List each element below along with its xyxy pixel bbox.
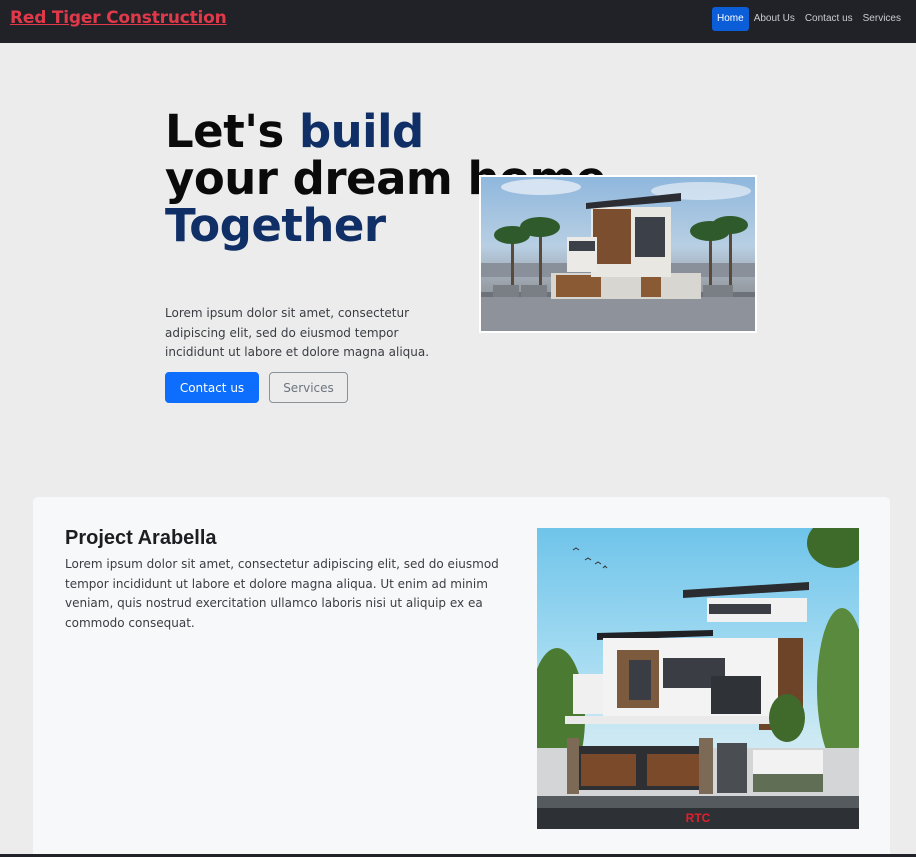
navbar: Red Tiger Construction Home About Us Con… bbox=[0, 0, 916, 43]
nav-about-us[interactable]: About Us bbox=[749, 7, 800, 31]
hero-title-accent-together: Together bbox=[165, 199, 386, 252]
nav-services[interactable]: Services bbox=[858, 7, 906, 31]
nav-links: Home About Us Contact us Services bbox=[712, 7, 906, 31]
project-card: Project Arabella Lorem ipsum dolor sit a… bbox=[33, 497, 890, 857]
project-description: Lorem ipsum dolor sit amet, consectetur … bbox=[65, 557, 499, 630]
contact-us-button[interactable]: Contact us bbox=[165, 372, 259, 403]
services-button[interactable]: Services bbox=[269, 372, 348, 403]
hero-title-accent-build: build bbox=[298, 105, 424, 158]
nav-contact-us[interactable]: Contact us bbox=[800, 7, 858, 31]
hero-house-image bbox=[479, 175, 757, 333]
project-title: Project Arabella bbox=[65, 527, 217, 549]
rtc-watermark: RTC bbox=[685, 811, 711, 825]
hero-description: Lorem ipsum dolor sit amet, consectetur … bbox=[165, 306, 430, 359]
nav-home[interactable]: Home bbox=[712, 7, 749, 31]
hero-title-part1: Let's bbox=[165, 105, 299, 158]
hero-house-illustration bbox=[481, 179, 755, 331]
project-house-illustration bbox=[537, 528, 859, 829]
brand-link[interactable]: Red Tiger Construction bbox=[10, 8, 227, 28]
project-house-image: RTC bbox=[537, 528, 859, 829]
